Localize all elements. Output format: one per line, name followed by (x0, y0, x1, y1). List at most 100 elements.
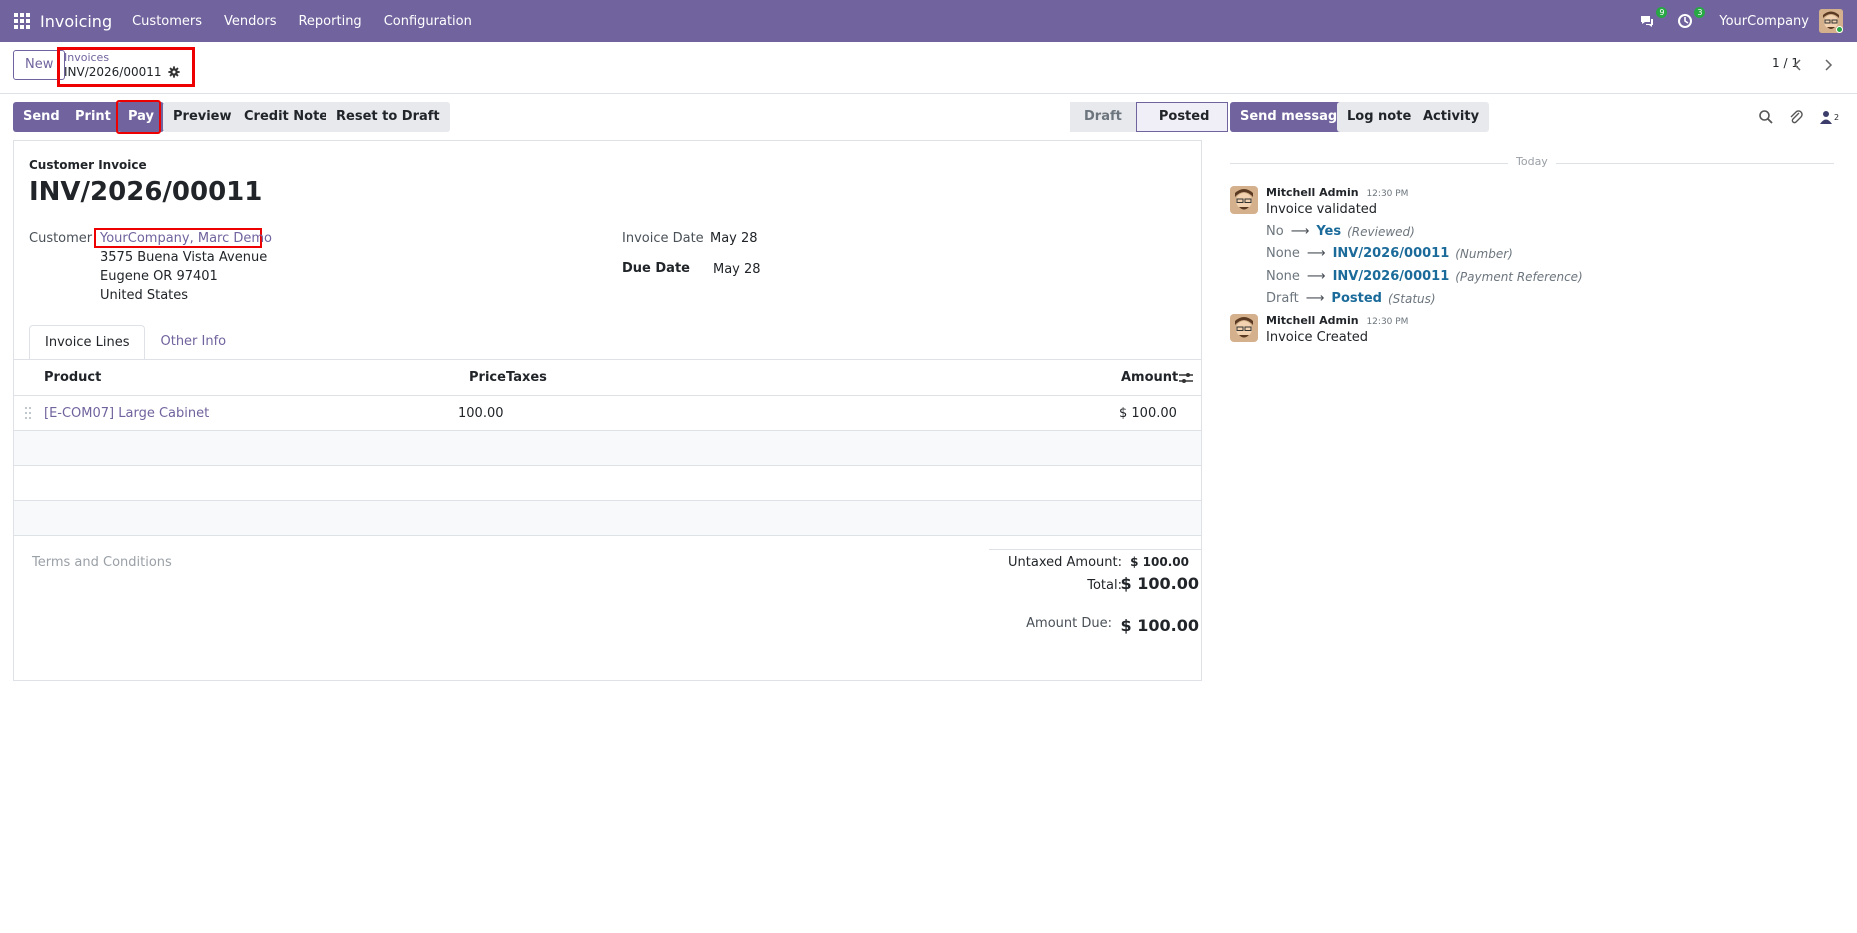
untaxed-amount-label: Untaxed Amount: (1008, 555, 1122, 570)
tab-other-info[interactable]: Other Info (145, 325, 241, 360)
pager-next-icon[interactable] (1817, 54, 1839, 76)
tracking-field: (Number) (1455, 246, 1513, 261)
control-panel: New Invoices INV/2026/00011 1 / 1 (0, 42, 1857, 94)
optional-columns-icon[interactable] (1179, 372, 1193, 384)
document-type: Customer Invoice (29, 158, 147, 172)
tracking-new: INV/2026/00011 (1332, 246, 1450, 261)
tracking-old: Draft (1266, 291, 1299, 306)
customer-field[interactable]: YourCompany, Marc Demo (100, 231, 272, 246)
action-bar: Send Print Pay Preview Credit Note Reset… (0, 100, 1220, 134)
author-avatar[interactable] (1230, 314, 1258, 342)
column-amount[interactable]: Amount (1121, 370, 1178, 385)
gear-icon[interactable] (167, 66, 180, 78)
breadcrumb: Invoices INV/2026/00011 (57, 47, 195, 87)
tab-invoice-lines[interactable]: Invoice Lines (29, 325, 146, 360)
page-title: INV/2026/00011 (29, 177, 263, 207)
top-navbar: Invoicing Customers Vendors Reporting Co… (0, 0, 1857, 42)
empty-row (14, 466, 1201, 501)
author-name[interactable]: Mitchell Admin (1266, 186, 1359, 199)
arrow-right-icon: ⟶ (1290, 224, 1310, 239)
untaxed-amount-value: $ 100.00 (1130, 555, 1189, 569)
tracking-value: None ⟶ INV/2026/00011 (Payment Reference… (1266, 269, 1583, 284)
total-value: $ 100.00 (1120, 574, 1199, 593)
reset-to-draft-button[interactable]: Reset to Draft (326, 102, 450, 132)
apps-menu-icon[interactable] (14, 13, 30, 29)
preview-button[interactable]: Preview (163, 102, 242, 132)
tracking-old: None (1266, 269, 1300, 284)
tracking-field: (Reviewed) (1347, 224, 1415, 239)
followers-button[interactable]: 2 (1818, 109, 1839, 125)
tracking-new: Yes (1316, 224, 1342, 239)
message-body: Invoice validated (1266, 202, 1378, 217)
tracking-old: No (1266, 224, 1284, 239)
amount-due-label: Amount Due: (1026, 616, 1112, 631)
customer-label: Customer (29, 231, 93, 246)
followers-count: 2 (1834, 112, 1840, 122)
status-posted: Posted (1135, 102, 1229, 132)
app-name[interactable]: Invoicing (40, 12, 112, 31)
arrow-right-icon: ⟶ (1306, 269, 1326, 284)
author-name[interactable]: Mitchell Admin (1266, 314, 1359, 327)
drag-handle-icon[interactable] (24, 406, 32, 420)
invoice-date-field[interactable]: May 28 (710, 231, 758, 246)
activities-icon[interactable]: 3 (1677, 7, 1706, 31)
status-bar: Draft Posted (1070, 102, 1229, 132)
day-label: Today (1508, 155, 1556, 168)
paperclip-icon[interactable] (1788, 109, 1804, 125)
invoice-date-label: Invoice Date (622, 231, 704, 246)
pager-previous-icon[interactable] (1787, 54, 1809, 76)
send-button[interactable]: Send (13, 102, 70, 132)
activity-button[interactable]: Activity (1413, 102, 1490, 132)
company-switcher[interactable]: YourCompany (1719, 14, 1809, 29)
menu-configuration[interactable]: Configuration (384, 14, 472, 29)
log-note-button[interactable]: Log note (1337, 102, 1422, 132)
notebook-tabs: Invoice Lines Other Info (29, 325, 241, 360)
tracking-new: INV/2026/00011 (1332, 269, 1450, 284)
address-line-1: 3575 Buena Vista Avenue (100, 250, 268, 265)
menu-reporting[interactable]: Reporting (298, 14, 361, 29)
tracking-old: None (1266, 246, 1300, 261)
due-date-field[interactable]: May 28 (713, 262, 761, 277)
column-taxes[interactable]: Taxes (506, 370, 547, 385)
column-price[interactable]: Price (469, 370, 506, 385)
credit-note-button[interactable]: Credit Note (234, 102, 339, 132)
breadcrumb-invoices-link[interactable]: Invoices (64, 51, 188, 64)
pay-highlight (116, 100, 161, 134)
chatter-message: Mitchell Admin 12:30 PM Invoice validate… (1230, 186, 1834, 306)
message-body: Invoice Created (1266, 330, 1369, 345)
tracking-field: (Status) (1387, 291, 1436, 306)
line-price[interactable]: 100.00 (458, 406, 504, 421)
messages-icon[interactable]: 9 (1639, 7, 1668, 31)
menu-vendors[interactable]: Vendors (224, 14, 276, 29)
line-product[interactable]: [E-COM07] Large Cabinet (44, 406, 209, 421)
print-button[interactable]: Print (65, 102, 121, 132)
table-row[interactable]: [E-COM07] Large Cabinet 100.00 $ 100.00 (14, 396, 1201, 431)
terms-and-conditions-field[interactable]: Terms and Conditions (32, 555, 172, 570)
arrow-right-icon: ⟶ (1305, 291, 1325, 306)
totals-divider (989, 549, 1201, 550)
due-date-label: Due Date (622, 261, 690, 276)
tracking-field: (Payment Reference) (1455, 269, 1583, 284)
chatter-message: Mitchell Admin 12:30 PM Invoice Created (1230, 314, 1834, 354)
user-avatar[interactable] (1819, 9, 1843, 33)
line-amount: $ 100.00 (1119, 406, 1177, 421)
column-product[interactable]: Product (44, 370, 101, 385)
arrow-right-icon: ⟶ (1306, 246, 1326, 261)
tracking-value: No ⟶ Yes (Reviewed) (1266, 224, 1415, 239)
empty-row (14, 431, 1201, 466)
activities-badge: 3 (1694, 7, 1706, 18)
menu-customers[interactable]: Customers (132, 14, 202, 29)
message-time: 12:30 PM (1366, 317, 1409, 327)
tracking-new: Posted (1331, 291, 1382, 306)
invoice-lines-header: Product Price Taxes Amount (14, 360, 1201, 396)
messages-badge: 9 (1656, 7, 1668, 18)
address-line-2: Eugene OR 97401 (100, 269, 218, 284)
address-line-3: United States (100, 288, 189, 303)
follower-icon (1820, 111, 1832, 124)
message-time: 12:30 PM (1366, 189, 1409, 199)
author-avatar[interactable] (1230, 186, 1258, 214)
invoice-form: Customer Invoice INV/2026/00011 Customer… (13, 140, 1202, 681)
status-draft[interactable]: Draft (1070, 102, 1136, 132)
search-icon[interactable] (1758, 109, 1774, 125)
tracking-value: None ⟶ INV/2026/00011 (Number) (1266, 246, 1513, 261)
